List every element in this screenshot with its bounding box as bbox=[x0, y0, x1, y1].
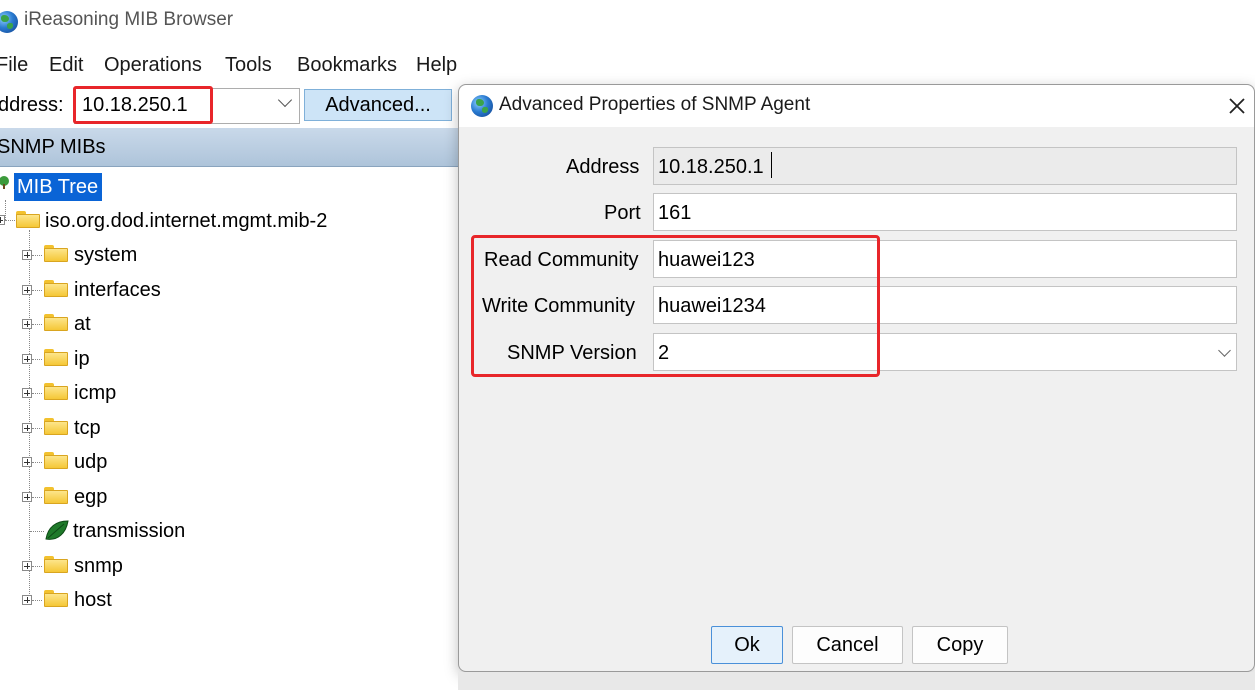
cancel-button[interactable]: Cancel bbox=[792, 626, 903, 664]
expand-toggle[interactable] bbox=[22, 250, 32, 260]
close-icon[interactable] bbox=[1226, 95, 1248, 117]
tree-connector bbox=[32, 290, 42, 291]
folder-icon bbox=[44, 245, 68, 262]
tree-item-udp[interactable]: udp bbox=[74, 451, 107, 474]
text-caret bbox=[771, 152, 772, 178]
expand-toggle[interactable] bbox=[22, 457, 32, 467]
menu-edit[interactable]: Edit bbox=[49, 54, 83, 77]
tree-item-mib-2[interactable]: iso.org.dod.internet.mgmt.mib-2 bbox=[45, 210, 327, 233]
folder-icon bbox=[44, 452, 68, 469]
tree-connector bbox=[32, 462, 42, 463]
tree-connector bbox=[32, 428, 42, 429]
menu-tools[interactable]: Tools bbox=[225, 54, 272, 77]
menu-bar: File Edit Operations Tools Bookmarks Hel… bbox=[0, 50, 470, 82]
tree-item-icmp[interactable]: icmp bbox=[74, 382, 116, 405]
dialog-globe-icon bbox=[471, 95, 493, 117]
tree-connector bbox=[32, 600, 42, 601]
tree-connector bbox=[32, 324, 42, 325]
folder-icon bbox=[44, 349, 68, 366]
tree-root-icon bbox=[0, 176, 9, 189]
port-field[interactable] bbox=[653, 193, 1237, 231]
dialog-title: Advanced Properties of SNMP Agent bbox=[499, 94, 811, 115]
tree-connector bbox=[30, 531, 44, 532]
tree-connector bbox=[32, 255, 42, 256]
menu-bookmarks[interactable]: Bookmarks bbox=[297, 54, 397, 77]
copy-button[interactable]: Copy bbox=[912, 626, 1008, 664]
tree-connector bbox=[5, 200, 6, 220]
collapse-toggle[interactable] bbox=[0, 215, 5, 225]
expand-toggle[interactable] bbox=[22, 595, 32, 605]
address-field-label: Address bbox=[566, 156, 640, 178]
tree-item-system[interactable]: system bbox=[74, 244, 137, 267]
tree-connector bbox=[5, 220, 15, 221]
folder-icon bbox=[44, 280, 68, 297]
tree-connector bbox=[32, 359, 42, 360]
folder-icon bbox=[44, 487, 68, 504]
tree-item-host[interactable]: host bbox=[74, 589, 112, 612]
advanced-button[interactable]: Advanced... bbox=[304, 89, 452, 121]
menu-file[interactable]: File bbox=[0, 54, 28, 77]
ok-button[interactable]: Ok bbox=[711, 626, 783, 664]
snmp-mibs-header-label: SNMP MIBs bbox=[0, 136, 106, 158]
folder-icon bbox=[16, 211, 40, 228]
expand-toggle[interactable] bbox=[22, 492, 32, 502]
mib-tree-root[interactable]: MIB Tree bbox=[14, 173, 103, 201]
expand-toggle[interactable] bbox=[22, 285, 32, 295]
app-title: iReasoning MIB Browser bbox=[24, 9, 234, 30]
expand-toggle[interactable] bbox=[22, 319, 32, 329]
tree-item-interfaces[interactable]: interfaces bbox=[74, 279, 161, 302]
menu-help[interactable]: Help bbox=[416, 54, 457, 77]
community-highlight-box bbox=[471, 235, 880, 377]
address-highlight-box bbox=[73, 86, 213, 124]
expand-toggle[interactable] bbox=[22, 561, 32, 571]
folder-icon bbox=[44, 556, 68, 573]
tree-item-tcp[interactable]: tcp bbox=[74, 417, 101, 440]
folder-icon bbox=[44, 383, 68, 400]
tree-connector bbox=[32, 497, 42, 498]
menu-operations[interactable]: Operations bbox=[104, 54, 202, 77]
tree-connector bbox=[32, 393, 42, 394]
folder-icon bbox=[44, 314, 68, 331]
folder-icon bbox=[44, 590, 68, 607]
tree-item-ip[interactable]: ip bbox=[74, 348, 90, 371]
address-label: ddress: bbox=[0, 94, 64, 116]
expand-toggle[interactable] bbox=[22, 388, 32, 398]
expand-toggle[interactable] bbox=[22, 354, 32, 364]
tree-item-snmp[interactable]: snmp bbox=[74, 555, 123, 578]
address-field-value[interactable]: 10.18.250.1 bbox=[658, 156, 764, 179]
tree-connector bbox=[32, 566, 42, 567]
port-field-label: Port bbox=[604, 202, 641, 224]
tree-item-transmission[interactable]: transmission bbox=[73, 520, 185, 543]
expand-toggle[interactable] bbox=[22, 423, 32, 433]
tree-item-egp[interactable]: egp bbox=[74, 486, 107, 509]
tree-item-at[interactable]: at bbox=[74, 313, 91, 336]
background-window-strip bbox=[458, 672, 1255, 690]
folder-icon bbox=[44, 418, 68, 435]
leaf-icon bbox=[45, 520, 69, 540]
port-field-value[interactable]: 161 bbox=[658, 202, 691, 225]
